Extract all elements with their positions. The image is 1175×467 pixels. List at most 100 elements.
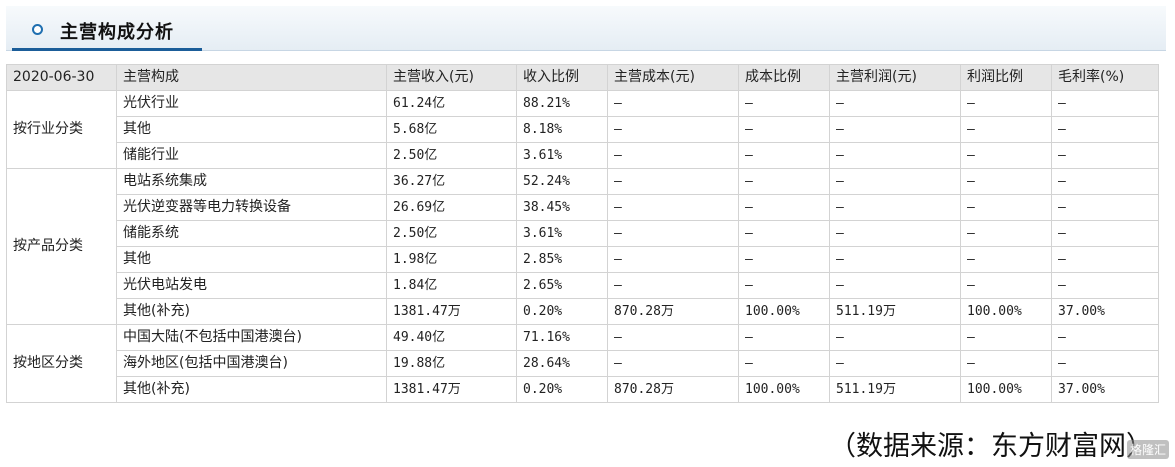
group-label: 按地区分类 [6,324,117,403]
header-revenue: 主营收入(元) [386,64,517,91]
table-cell: — [1051,246,1159,273]
table-cell: — [960,168,1052,195]
table-cell: — [738,116,830,143]
header-date: 2020-06-30 [6,64,117,91]
table-cell: 100.00% [960,298,1052,325]
table-cell: 100.00% [960,376,1052,403]
table-cell: 其他 [116,246,387,273]
table-cell: — [1051,116,1159,143]
table-cell: 511.19万 [829,376,961,403]
table-cell: — [1051,194,1159,221]
table-cell: 0.20% [516,298,608,325]
table-cell: 海外地区(包括中国港澳台) [116,350,387,377]
header-profit-ratio: 利润比例 [960,64,1052,91]
table-row: 按产品分类 电站系统集成 36.27亿 52.24% — — — — — [6,168,1159,325]
table-cell: — [960,220,1052,247]
table-cell: 3.61% [516,220,608,247]
table-cell: 3.61% [516,142,608,169]
panel-header: 主营构成分析 [6,6,1166,51]
table-cell: — [960,350,1052,377]
table-cell: 28.64% [516,350,608,377]
table-row: 其他 5.68亿 8.18% — — — — — [7,116,1159,143]
table-cell: 870.28万 [607,376,739,403]
table-cell: — [738,350,830,377]
table-row: 储能系统 2.50亿 3.61% — — — — — [7,220,1159,247]
table-body: 按行业分类 光伏行业 61.24亿 88.21% — — — — — 其他 5.68亿 8.18% — —… [6,90,1159,403]
table-cell: — [829,168,961,195]
circle-bullet-icon [32,24,43,35]
table-cell: 511.19万 [829,298,961,325]
table-cell: — [738,142,830,169]
table-cell: — [738,324,830,351]
table-cell: — [738,246,830,273]
table-cell: 19.88亿 [386,350,517,377]
table-cell: — [1051,350,1159,377]
table-cell: 光伏电站发电 [116,272,387,299]
table-cell: 37.00% [1051,376,1159,403]
table-cell: — [738,220,830,247]
table-cell: 光伏逆变器等电力转换设备 [116,194,387,221]
source-note: （数据来源：东方财富网） [829,431,1153,462]
table-cell: — [607,168,739,195]
table-cell: 1.84亿 [386,272,517,299]
table-cell: — [960,324,1052,351]
table-cell: — [829,142,961,169]
group-label: 按行业分类 [6,90,117,169]
table-cell: — [607,220,739,247]
table-row: 按地区分类 中国大陆(不包括中国港澳台) 49.40亿 71.16% — — — — — [6,324,1159,403]
table-cell: — [1051,220,1159,247]
table-cell: — [607,90,739,117]
header-gross-margin: 毛利率(%) [1051,64,1159,91]
table-cell: — [960,246,1052,273]
table-cell: — [738,90,830,117]
table-cell: — [607,272,739,299]
table-cell: 其他(补充) [116,376,387,403]
table-cell: — [960,272,1052,299]
table-cell: — [738,194,830,221]
table-cell: 38.45% [516,194,608,221]
table-cell: — [960,90,1052,117]
table-cell: — [829,116,961,143]
table-cell: — [607,194,739,221]
table-cell: — [829,272,961,299]
header-revenue-ratio: 收入比例 [516,64,608,91]
table-cell: — [607,350,739,377]
table-cell: 37.00% [1051,298,1159,325]
table-header-row: 2020-06-30 主营构成 主营收入(元) 收入比例 主营成本(元) 成本比… [6,64,1159,91]
table-row: 光伏电站发电 1.84亿 2.65% — — — — — [7,272,1159,299]
table-cell: — [607,324,739,351]
table-cell: 2.50亿 [386,220,517,247]
table-cell: — [738,272,830,299]
table-cell: — [1051,90,1159,117]
table-cell: — [829,220,961,247]
table-cell: 1381.47万 [386,298,517,325]
table-cell: — [1051,168,1159,195]
table-cell: 0.20% [516,376,608,403]
table-cell: 储能行业 [116,142,387,169]
group-label: 按产品分类 [6,168,117,325]
table-row: 光伏逆变器等电力转换设备 26.69亿 38.45% — — — — — [7,194,1159,221]
table-cell: 2.85% [516,246,608,273]
header-cost-ratio: 成本比例 [738,64,830,91]
table-row: 海外地区(包括中国港澳台) 19.88亿 28.64% — — — — — [7,350,1159,377]
table-cell: 52.24% [516,168,608,195]
panel-title: 主营构成分析 [60,22,174,43]
table-cell: 71.16% [516,324,608,351]
table-cell: 2.65% [516,272,608,299]
table-cell: — [960,142,1052,169]
table-cell: 1381.47万 [386,376,517,403]
table-cell: — [829,324,961,351]
table-cell: — [738,168,830,195]
main-business-table: 2020-06-30 主营构成 主营收入(元) 收入比例 主营成本(元) 成本比… [6,64,1159,403]
header-composition: 主营构成 [116,64,387,91]
title-underline [12,48,202,51]
table-cell: 88.21% [516,90,608,117]
table-cell: — [829,246,961,273]
table-cell: — [829,194,961,221]
table-cell: 其他 [116,116,387,143]
table-cell: 26.69亿 [386,194,517,221]
table-cell: 100.00% [738,298,830,325]
table-cell: 100.00% [738,376,830,403]
table-cell: 储能系统 [116,220,387,247]
table-cell: 36.27亿 [386,168,517,195]
